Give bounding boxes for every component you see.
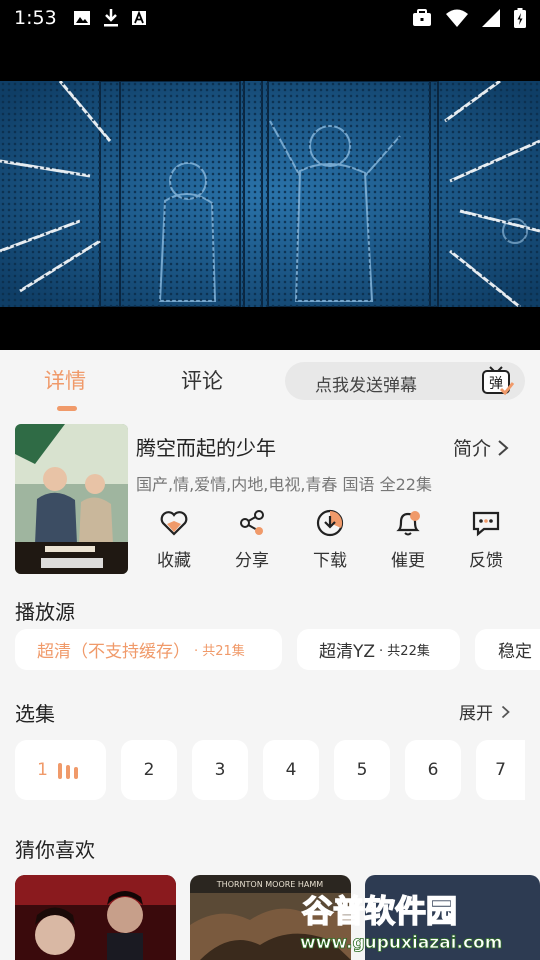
source-count: · 共21集 bbox=[194, 644, 245, 659]
source-name: 稳定 bbox=[498, 642, 532, 662]
episode-button[interactable]: 4 bbox=[263, 740, 319, 800]
feedback-button[interactable]: 反馈 bbox=[456, 508, 516, 571]
download-icon bbox=[103, 9, 118, 27]
download-label: 下载 bbox=[313, 551, 347, 571]
show-tags: 国产,情,爱情,内地,电视,青春 国语 全22集 bbox=[136, 475, 432, 494]
episode-number: 1 bbox=[37, 760, 48, 780]
danmu-toggle-icon[interactable]: 弹 bbox=[481, 365, 515, 397]
episode-number: 4 bbox=[285, 760, 297, 780]
bell-icon bbox=[396, 511, 420, 536]
recommend-poster[interactable] bbox=[15, 875, 176, 960]
feedback-icon bbox=[472, 511, 500, 537]
image-icon bbox=[73, 11, 90, 25]
episode-button[interactable]: 6 bbox=[405, 740, 461, 800]
tab-details[interactable]: 详情 bbox=[44, 365, 86, 395]
site-watermark: 谷普软件园 www.gupuxiazai.com bbox=[300, 893, 503, 953]
recommend-poster-art bbox=[15, 875, 176, 960]
watermark-url: www.gupuxiazai.com bbox=[300, 933, 502, 953]
episode-button-playing[interactable]: 1 bbox=[15, 740, 106, 800]
video-player[interactable] bbox=[0, 81, 540, 307]
show-poster-art bbox=[15, 424, 128, 574]
active-tab-indicator bbox=[57, 406, 77, 411]
source-item[interactable]: 超清YZ · 共22集 bbox=[297, 629, 460, 670]
chevron-right-icon bbox=[498, 439, 509, 456]
favorite-label: 收藏 bbox=[157, 551, 191, 571]
battery-icon bbox=[514, 8, 526, 28]
urge-update-button[interactable]: 催更 bbox=[378, 508, 438, 571]
episode-number: 6 bbox=[427, 760, 439, 780]
share-label: 分享 bbox=[235, 551, 269, 571]
clock: 1:53 bbox=[14, 7, 57, 29]
share-button[interactable]: 分享 bbox=[222, 508, 282, 571]
episode-number: 3 bbox=[214, 760, 226, 780]
intro-link[interactable]: 简介 bbox=[453, 434, 509, 461]
expand-episodes-button[interactable]: 展开 bbox=[459, 699, 510, 724]
expand-label: 展开 bbox=[459, 704, 493, 724]
episode-number: 7 bbox=[495, 760, 506, 780]
download-button[interactable]: 下载 bbox=[300, 508, 360, 571]
episode-button[interactable]: 7 bbox=[476, 740, 525, 800]
show-poster[interactable] bbox=[15, 424, 128, 574]
sources-title: 播放源 bbox=[15, 600, 75, 624]
urge-update-label: 催更 bbox=[391, 551, 425, 571]
favorite-button[interactable]: 收藏 bbox=[144, 508, 204, 571]
source-name: 超清YZ bbox=[319, 642, 376, 662]
heart-icon bbox=[160, 511, 188, 536]
episode-number: 5 bbox=[356, 760, 368, 780]
playing-bars-icon bbox=[57, 763, 78, 779]
episode-button[interactable]: 2 bbox=[121, 740, 177, 800]
danmu-placeholder: 点我发送弹幕 bbox=[315, 376, 417, 396]
episodes-title: 选集 bbox=[15, 702, 55, 726]
video-top-bar bbox=[0, 36, 540, 81]
share-icon bbox=[240, 510, 264, 535]
source-item-active[interactable]: 超清（不支持缓存） · 共21集 bbox=[15, 629, 282, 670]
watermark-title: 谷普软件园 bbox=[302, 894, 457, 930]
danmu-input[interactable]: 点我发送弹幕 弹 bbox=[285, 362, 525, 400]
a-box-icon bbox=[131, 10, 146, 25]
wifi-icon bbox=[446, 9, 468, 27]
download-icon bbox=[316, 509, 344, 537]
show-title: 腾空而起的少年 bbox=[136, 436, 276, 460]
chevron-right-icon bbox=[501, 705, 510, 718]
signal-icon bbox=[482, 9, 500, 27]
briefcase-icon bbox=[413, 9, 431, 26]
feedback-label: 反馈 bbox=[469, 551, 503, 571]
intro-label: 简介 bbox=[453, 438, 492, 460]
episode-button[interactable]: 3 bbox=[192, 740, 248, 800]
recommend-title: 猜你喜欢 bbox=[15, 838, 95, 862]
video-bottom-bar bbox=[0, 307, 540, 350]
source-count: · 共22集 bbox=[379, 644, 430, 659]
source-name: 超清（不支持缓存） bbox=[37, 642, 190, 662]
status-bar: 1:53 bbox=[0, 0, 540, 36]
episode-button[interactable]: 5 bbox=[334, 740, 390, 800]
episode-number: 2 bbox=[143, 760, 155, 780]
tab-comments[interactable]: 评论 bbox=[181, 365, 223, 395]
source-item[interactable]: 稳定 bbox=[475, 629, 540, 670]
